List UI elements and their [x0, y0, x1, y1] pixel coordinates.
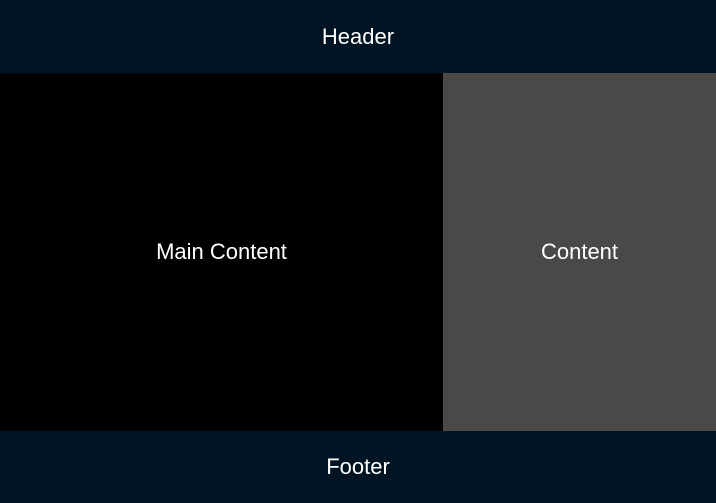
- main-content-panel: Main Content: [0, 73, 443, 431]
- header-title: Header: [321, 23, 395, 49]
- main-content-label: Main Content: [156, 239, 287, 264]
- side-content-panel: Content: [443, 73, 716, 431]
- side-content-label: Content: [540, 239, 619, 264]
- footer-label: Footer: [326, 454, 390, 479]
- footer: Footer: [0, 431, 716, 503]
- header: Header: [0, 0, 716, 73]
- content-row: Main Content Content: [0, 73, 716, 431]
- page-layout: Header Main Content Content Footer: [0, 0, 716, 503]
